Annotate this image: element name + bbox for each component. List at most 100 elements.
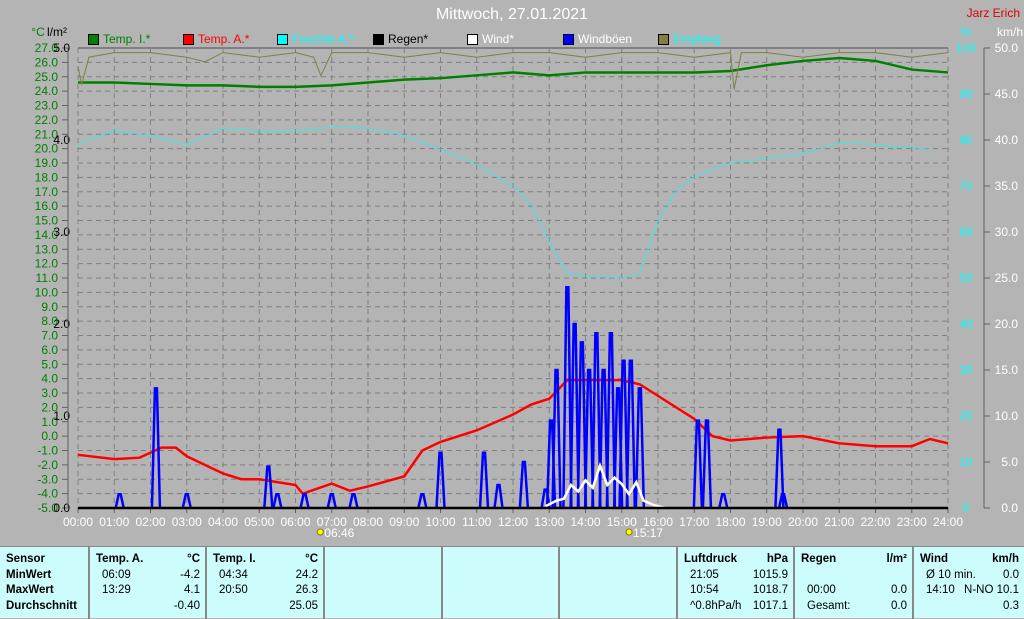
column-unit: °C: [305, 553, 318, 565]
stats-column-c4: Luftdruck hPa 21:05 1015.9 10:54 1018.7 ^0.8hP…: [676, 547, 793, 619]
stat-time: 13:29: [102, 584, 131, 596]
stat-value: 24.2: [295, 568, 318, 581]
tick-label-time: 18:00: [715, 515, 745, 529]
stat-value: 1018.7: [752, 584, 788, 596]
tick-label-temp: 23.0: [35, 99, 59, 113]
tick-label-time: 01:00: [99, 515, 129, 529]
row-label-max: MaxWert: [6, 584, 54, 596]
stats-column-c3: Temp. I. °C 04:34 24.2 20:50 26.3 25.05: [205, 547, 323, 619]
stat-time: [920, 600, 926, 616]
tick-label-time: 00:00: [63, 515, 93, 529]
tick-label-humidity: 20: [959, 409, 973, 423]
tick-label-time: 14:00: [570, 515, 600, 529]
stat-time: ^0.8hPa/h: [690, 599, 742, 612]
stat-time: 04:34: [219, 568, 248, 581]
stat-value: N-NO 10.1: [964, 584, 1019, 596]
stat-value: 1017.1: [752, 599, 788, 612]
tick-label-temp: 13.0: [35, 242, 59, 256]
column-unit: l/m²: [886, 553, 907, 565]
tick-label-time: 06:00: [280, 515, 310, 529]
tick-label-humidity: 0: [963, 501, 970, 515]
tick-label-wind: 15.0: [995, 363, 1019, 377]
row-label-avg: Durchschnitt: [6, 599, 77, 612]
tick-label-humidity: 90: [959, 87, 973, 101]
stat-time: 00:00: [807, 584, 836, 596]
tick-label-wind: 10.0: [995, 409, 1019, 423]
column-header: Wind: [920, 553, 948, 565]
tick-label-time: 12:00: [498, 515, 528, 529]
axis-unit-wind: km/h: [997, 25, 1023, 39]
axis-unit-temp: °C: [31, 25, 45, 39]
tick-label-time: 19:00: [752, 515, 782, 529]
row-label-min: MinWert: [6, 568, 52, 581]
column-unit: hPa: [766, 553, 788, 565]
tick-label-wind: 50.0: [995, 41, 1019, 55]
tick-label-temp: 26.0: [35, 55, 59, 69]
stat-value: 0.0: [1003, 568, 1019, 581]
tick-label-temp: 24.0: [35, 84, 59, 98]
axis-unit-humidity: %: [961, 25, 972, 39]
tick-label-humidity: 70: [959, 179, 973, 193]
tick-label-humidity: 40: [959, 317, 973, 331]
tick-label-time: 02:00: [135, 515, 165, 529]
tick-label-temp: 6.0: [41, 343, 58, 357]
stats-column-c5: Regen l/m² 00:00 0.0 Gesamt: 0.0: [793, 547, 912, 619]
tick-label-time: 17:00: [679, 515, 709, 529]
tick-label-wind: 20.0: [995, 317, 1019, 331]
stat-time: Gesamt:: [807, 599, 851, 612]
sun-rise-icon: [316, 528, 324, 536]
sun-set-time: 15:17: [633, 526, 663, 540]
tick-label-temp: -2.0: [37, 458, 58, 472]
tick-label-time: 23:00: [897, 515, 927, 529]
stat-value: 0.0: [891, 584, 907, 596]
tick-label-temp: 18.0: [35, 170, 59, 184]
tick-label-temp: 16.0: [35, 199, 59, 213]
tick-label-time: 08:00: [353, 515, 383, 529]
weather-chart: -5.0-4.0-3.0-2.0-1.00.01.02.03.04.05.06.…: [31, 25, 1023, 540]
stat-value: 26.3: [295, 584, 318, 596]
stats-column-c6: Wind km/h Ø 10 min. 0.0 14:10 N-NO 10.1 0.3: [912, 547, 1024, 619]
tick-label-temp: 10.0: [35, 285, 59, 299]
tick-label-time: 09:00: [389, 515, 419, 529]
column-header: Temp. I.: [213, 553, 256, 565]
tick-label-humidity: 10: [959, 455, 973, 469]
tick-label-wind: 45.0: [995, 87, 1019, 101]
column-header: Temp. A.: [96, 553, 144, 565]
tick-label-temp: -3.0: [37, 472, 58, 486]
tick-label-temp: -1.0: [37, 444, 58, 458]
tick-label-temp: 17.0: [35, 185, 59, 199]
stats-column-empty: [558, 547, 676, 619]
tick-label-time: 03:00: [172, 515, 202, 529]
tick-label-humidity: 80: [959, 133, 973, 147]
tick-label-time: 20:00: [788, 515, 818, 529]
column-unit: km/h: [992, 553, 1019, 565]
stat-value: 25.05: [289, 599, 318, 612]
sun-set-icon: [625, 528, 633, 536]
tick-label-wind: 30.0: [995, 225, 1019, 239]
tick-label-temp: 25.0: [35, 70, 59, 84]
stat-time: 21:05: [690, 568, 719, 581]
stat-time: 20:50: [219, 584, 248, 596]
stat-time: 06:09: [102, 568, 131, 581]
stat-value: -4.2: [180, 568, 200, 581]
column-header: Regen: [801, 553, 837, 565]
tick-label-wind: 5.0: [1001, 455, 1018, 469]
stats-column-empty: [323, 547, 441, 619]
tick-label-temp: 19.0: [35, 156, 59, 170]
tick-label-temp: -4.0: [37, 487, 58, 501]
stat-value: 0.0: [891, 599, 907, 612]
tick-label-humidity: 100: [956, 41, 976, 55]
tick-label-temp: 22.0: [35, 113, 59, 127]
stats-column-empty: [441, 547, 558, 619]
stat-time: [801, 569, 807, 585]
tick-label-wind: 0.0: [1001, 501, 1018, 515]
column-header: Luftdruck: [684, 553, 738, 565]
tick-label-temp: 0.0: [41, 429, 58, 443]
tick-label-temp: 3.0: [41, 386, 58, 400]
stats-column-c2: Temp. A. °C 06:09 -4.2 13:29 4.1 -0.40: [88, 547, 205, 619]
tick-label-wind: 40.0: [995, 133, 1019, 147]
tick-label-temp: 4.0: [41, 372, 58, 386]
tick-label-time: 05:00: [244, 515, 274, 529]
tick-label-time: 10:00: [425, 515, 455, 529]
tick-label-humidity: 50: [959, 271, 973, 285]
